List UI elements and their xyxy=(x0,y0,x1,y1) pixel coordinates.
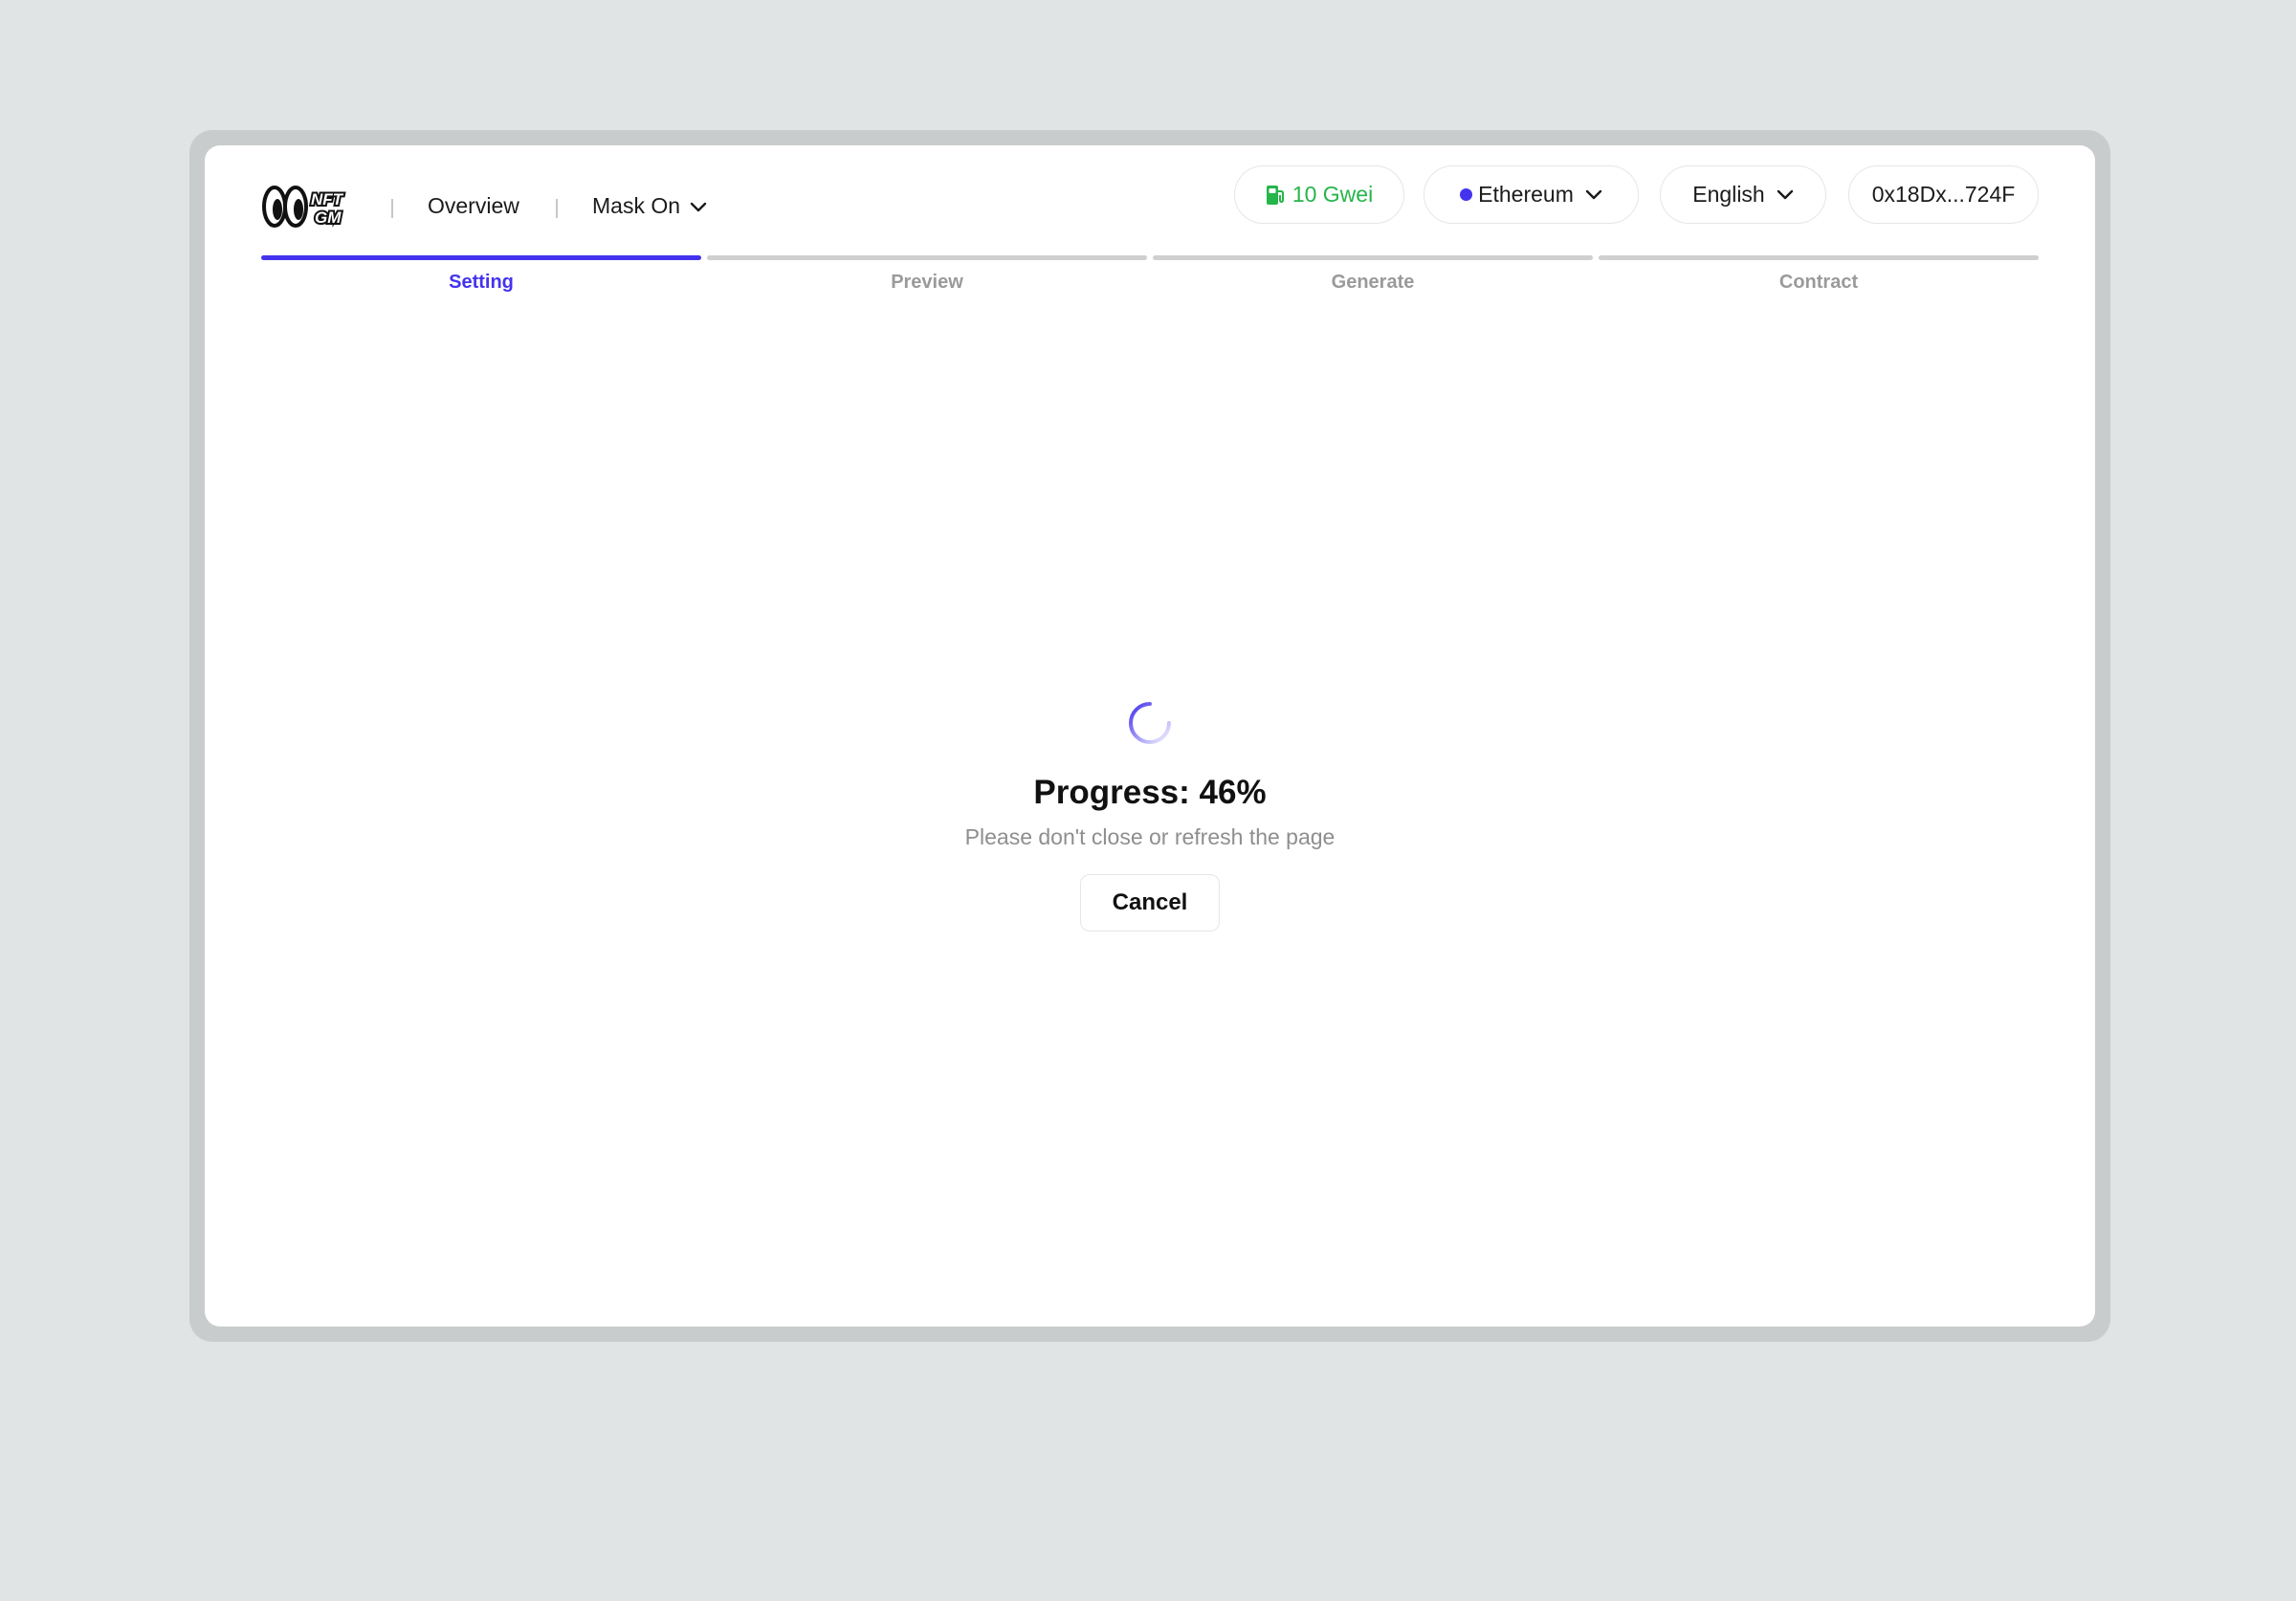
app-window: NFT GM Overview Mask On 10 Gwei Ethereum… xyxy=(205,145,2095,1327)
step-label: Preview xyxy=(891,272,963,293)
progress-panel: Progress: 46% Please don't close or refr… xyxy=(205,700,2095,932)
step-bar xyxy=(1599,255,2039,260)
step-bar xyxy=(261,255,701,260)
step-bar xyxy=(707,255,1147,260)
step-label: Contract xyxy=(1778,272,1859,293)
network-selector[interactable]: Ethereum xyxy=(1424,165,1639,224)
step-label: Generate xyxy=(1331,272,1415,293)
wallet-address-label: 0x18Dx...724F xyxy=(1871,182,2016,207)
nav-divider xyxy=(556,199,558,218)
logo-text-top: NFT xyxy=(311,190,344,208)
step-setting[interactable]: Setting xyxy=(261,255,701,295)
step-preview[interactable]: Preview xyxy=(707,255,1147,295)
step-label: Setting xyxy=(449,272,514,293)
chevron-down-icon xyxy=(690,202,707,212)
step-bar xyxy=(1153,255,1593,260)
language-selector[interactable]: English xyxy=(1660,165,1826,224)
progress-title: Progress: 46% xyxy=(1033,774,1267,811)
chevron-down-icon xyxy=(1585,189,1602,199)
nav-overview-link[interactable]: Overview xyxy=(428,191,519,220)
gas-price-label: 10 Gwei xyxy=(1292,182,1374,207)
chevron-down-icon xyxy=(1777,189,1793,199)
gas-price-button[interactable]: 10 Gwei xyxy=(1234,165,1404,224)
step-tracker: Setting Preview Generate Contract xyxy=(261,255,2039,295)
gas-pump-icon xyxy=(1266,185,1284,205)
step-contract[interactable]: Contract xyxy=(1599,255,2039,295)
cancel-button[interactable]: Cancel xyxy=(1080,874,1220,932)
device-frame: NFT GM Overview Mask On 10 Gwei Ethereum… xyxy=(189,130,2110,1342)
wallet-address-button[interactable]: 0x18Dx...724F xyxy=(1848,165,2039,224)
language-label: English xyxy=(1692,182,1765,207)
nav-mask-on-dropdown[interactable]: Mask On xyxy=(592,191,707,220)
network-label: Ethereum xyxy=(1478,182,1574,207)
network-status-dot xyxy=(1460,188,1473,201)
mask-on-label: Mask On xyxy=(592,193,681,218)
loading-spinner-icon xyxy=(1129,702,1171,744)
logo-text-bottom: GM xyxy=(315,208,342,227)
step-generate[interactable]: Generate xyxy=(1153,255,1593,295)
nav-divider xyxy=(391,199,393,218)
nftgm-logo[interactable]: NFT GM xyxy=(261,184,357,230)
progress-subtitle: Please don't close or refresh the page xyxy=(964,824,1336,849)
